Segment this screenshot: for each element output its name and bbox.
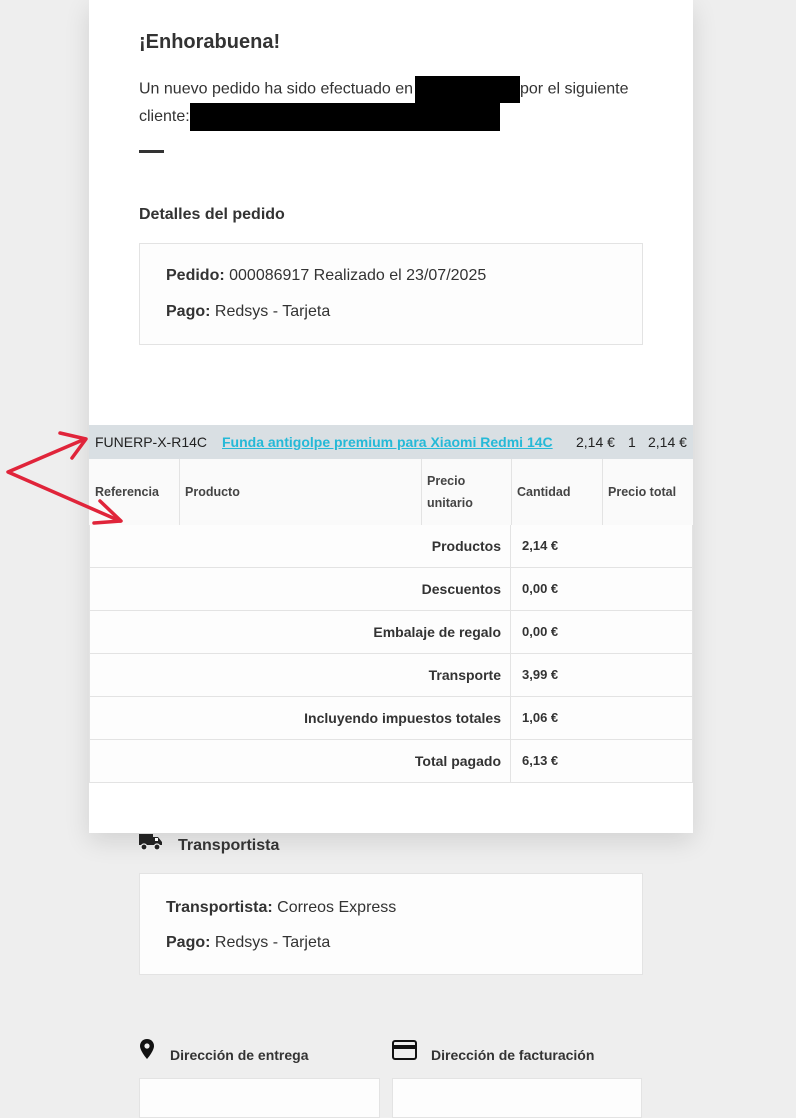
- table-border-left: [89, 525, 90, 783]
- carrier-payment-label: Pago:: [166, 934, 211, 951]
- billing-address-title: Dirección de facturación: [431, 1047, 595, 1063]
- carrier-box: Transportista: Correos Express Pago: Red…: [139, 873, 643, 975]
- header-unit-price: Precio unitario: [421, 459, 511, 525]
- redacted-customer-name: [189, 103, 500, 131]
- totals-value: 0,00 €: [522, 624, 559, 639]
- totals-label: Total pagado: [414, 753, 501, 769]
- white-patch: [89, 406, 217, 425]
- product-quantity: 1: [628, 434, 636, 450]
- intro-text: Un nuevo pedido ha sido efectuado en por …: [139, 76, 659, 131]
- order-details-title: Detalles del pedido: [139, 206, 285, 223]
- order-line: Pedido: 000086917 Realizado el 23/07/202…: [166, 267, 486, 285]
- totals-row: Transporte 3,99 €: [89, 654, 693, 697]
- location-pin-icon: [140, 1039, 154, 1059]
- delivery-address-box: [139, 1078, 380, 1118]
- payment-line: Pago: Redsys - Tarjeta: [166, 303, 330, 321]
- red-arrow-annotation: [6, 431, 123, 525]
- congrats-title: ¡Enhorabuena!: [139, 31, 281, 53]
- order-label: Pedido:: [166, 267, 225, 284]
- table-border-right: [692, 525, 693, 783]
- totals-value: 2,14 €: [522, 538, 559, 553]
- totals-label: Embalaje de regalo: [373, 624, 501, 640]
- totals-label: Incluyendo impuestos totales: [304, 710, 501, 726]
- carrier-title: Transportista: [178, 837, 280, 854]
- totals-row: Descuentos 0,00 €: [89, 568, 693, 611]
- header-unit-price-line2: unitario: [427, 496, 473, 510]
- product-total-price: 2,14 €: [648, 434, 687, 450]
- totals-value: 3,99 €: [522, 667, 559, 682]
- header-total-price: Precio total: [608, 485, 677, 499]
- carrier-payment-value: Redsys - Tarjeta: [214, 934, 331, 951]
- carrier-line: Transportista: Correos Express: [166, 899, 396, 917]
- product-link[interactable]: Funda antigolpe premium para Xiaomi Redm…: [222, 434, 553, 450]
- payment-label: Pago:: [166, 303, 211, 320]
- divider: [139, 150, 164, 153]
- totals-value: 0,00 €: [522, 581, 559, 596]
- totals-row: Total pagado 6,13 €: [89, 740, 693, 783]
- credit-card-icon: [392, 1040, 417, 1060]
- totals-row: Embalaje de regalo 0,00 €: [89, 611, 693, 654]
- totals-label: Transporte: [428, 667, 501, 683]
- intro-text-part3: cliente:: [139, 108, 190, 126]
- delivery-address-title: Dirección de entrega: [170, 1047, 309, 1063]
- arrow-stroke: [6, 437, 122, 523]
- header-quantity: Cantidad: [517, 485, 571, 499]
- redacted-shop-name: [415, 76, 520, 103]
- intro-text-part1: Un nuevo pedido ha sido efectuado en: [139, 80, 413, 98]
- totals-row: Productos 2,14 €: [89, 525, 693, 568]
- totals-label: Descuentos: [421, 581, 501, 597]
- totals-value: 1,06 €: [522, 710, 559, 725]
- totals-row: Incluyendo impuestos totales 1,06 €: [89, 697, 693, 740]
- totals-table: Productos 2,14 € Descuentos 0,00 € Embal…: [89, 525, 693, 783]
- header-unit-price-line1: Precio: [427, 474, 466, 488]
- carrier-label: Transportista:: [166, 899, 273, 916]
- product-row: FUNERP-X-R14C Funda antigolpe premium pa…: [89, 425, 693, 459]
- carrier-value: Correos Express: [277, 899, 397, 916]
- billing-address-box: [392, 1078, 642, 1118]
- totals-label: Productos: [431, 538, 501, 554]
- truck-icon: [139, 834, 162, 851]
- carrier-payment-line: Pago: Redsys - Tarjeta: [166, 934, 330, 952]
- payment-value: Redsys - Tarjeta: [214, 303, 331, 320]
- totals-value: 6,13 €: [522, 753, 559, 768]
- table-header: Referencia Producto Precio unitario Cant…: [89, 459, 693, 526]
- header-product: Producto: [185, 485, 240, 499]
- intro-text-part2: por el siguiente: [520, 80, 629, 98]
- order-value: 000086917 Realizado el 23/07/2025: [229, 267, 487, 284]
- order-details-box: Pedido: 000086917 Realizado el 23/07/202…: [139, 243, 643, 345]
- product-unit-price: 2,14 €: [576, 434, 615, 450]
